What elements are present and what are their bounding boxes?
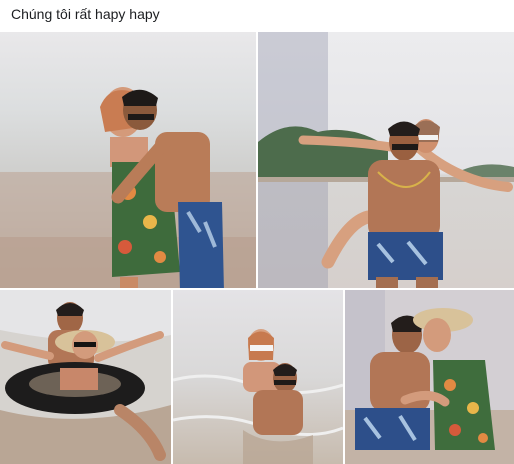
photo-1-image xyxy=(0,32,256,288)
photo-4[interactable] xyxy=(173,290,343,464)
photo-5[interactable] xyxy=(345,290,514,464)
photo-4-image xyxy=(173,290,343,464)
photo-2-image xyxy=(258,32,514,288)
photo-1[interactable] xyxy=(0,32,256,288)
photo-2[interactable] xyxy=(258,32,514,288)
post-caption: Chúng tôi rất hapy hapy xyxy=(11,6,160,22)
photo-3-image xyxy=(0,290,171,464)
photo-3[interactable] xyxy=(0,290,171,464)
photo-5-image xyxy=(345,290,514,464)
